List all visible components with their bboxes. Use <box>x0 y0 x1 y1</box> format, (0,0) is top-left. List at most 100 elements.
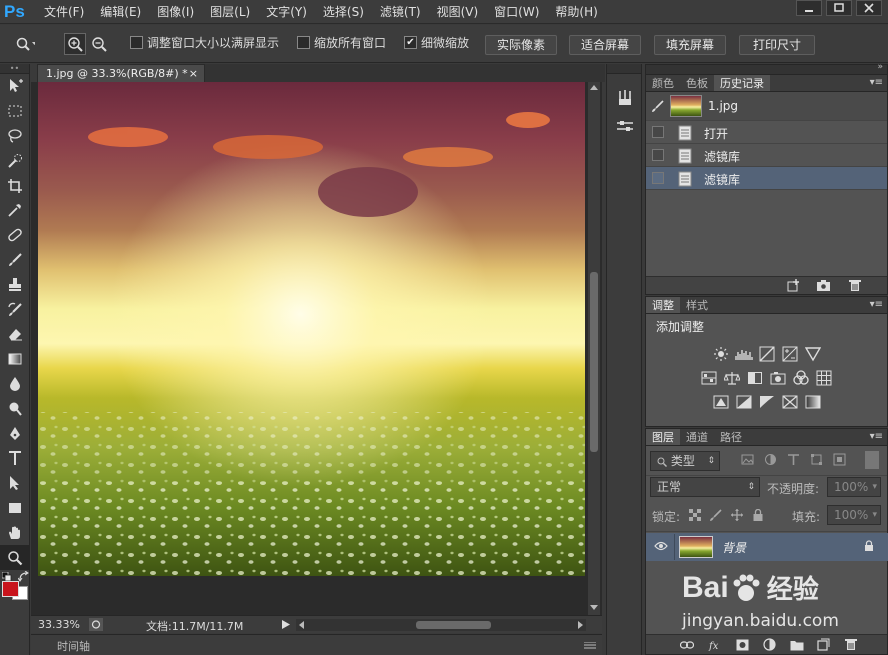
clone-stamp-tool[interactable] <box>0 272 30 297</box>
resize-windows-option[interactable]: 调整窗口大小以满屏显示 <box>130 34 279 51</box>
resize-windows-checkbox[interactable] <box>130 36 143 49</box>
menu-image[interactable]: 图像(I) <box>149 0 202 24</box>
menu-type[interactable]: 文字(Y) <box>258 0 315 24</box>
print-size-button[interactable]: 打印尺寸 <box>739 35 815 55</box>
history-item-selected[interactable]: 滤镜库 <box>646 167 887 190</box>
new-group-folder-icon[interactable] <box>790 639 804 651</box>
menu-window[interactable]: 窗口(W) <box>486 0 547 24</box>
minimize-button[interactable] <box>796 0 822 16</box>
healing-brush-tool[interactable] <box>0 223 30 248</box>
zoom-out-button[interactable] <box>88 33 110 55</box>
lock-pixels-icon[interactable] <box>710 509 722 521</box>
fill-input[interactable]: 100% ▾ <box>827 505 881 525</box>
curves-icon[interactable] <box>758 345 776 363</box>
photo-filter-icon[interactable] <box>769 369 787 387</box>
tab-styles[interactable]: 样式 <box>680 297 714 313</box>
history-item-checkbox[interactable] <box>652 172 664 184</box>
tab-adjustments[interactable]: 调整 <box>646 297 680 313</box>
selective-color-icon[interactable] <box>781 393 799 411</box>
color-lookup-icon[interactable] <box>815 369 833 387</box>
filter-shape-icon[interactable] <box>810 453 823 466</box>
history-snapshot[interactable]: 1.jpg <box>646 92 887 121</box>
lock-position-icon[interactable] <box>731 509 743 521</box>
maximize-button[interactable] <box>826 0 852 16</box>
scroll-down-icon[interactable] <box>590 605 598 611</box>
exposure-icon[interactable] <box>781 345 799 363</box>
scrubby-zoom-option[interactable]: ✔ 细微缩放 <box>404 34 469 51</box>
history-brush-panel-button[interactable] <box>613 86 637 110</box>
eraser-tool[interactable] <box>0 322 30 347</box>
tool-presets-panel-button[interactable] <box>613 114 637 138</box>
vibrance-icon[interactable] <box>804 345 822 363</box>
filter-smart-object-icon[interactable] <box>833 453 846 466</box>
status-menu-arrow-icon[interactable] <box>282 620 290 629</box>
new-document-from-state-icon[interactable] <box>787 279 801 292</box>
menu-file[interactable]: 文件(F) <box>36 0 92 24</box>
pen-tool[interactable] <box>0 421 30 446</box>
filter-type-icon[interactable] <box>787 453 800 466</box>
channel-mixer-icon[interactable] <box>792 369 810 387</box>
opacity-input[interactable]: 100% ▾ <box>827 477 881 497</box>
document-tab[interactable]: 1.jpg @ 33.3%(RGB/8#) * × <box>37 64 205 82</box>
invert-icon[interactable] <box>712 393 730 411</box>
history-item[interactable]: 滤镜库 <box>646 144 887 167</box>
gradient-tool[interactable] <box>0 347 30 372</box>
tab-layers[interactable]: 图层 <box>646 429 680 445</box>
filter-pixel-icon[interactable] <box>741 453 754 466</box>
panel-collapse-bar[interactable]: » <box>646 62 887 75</box>
add-mask-icon[interactable] <box>736 639 749 651</box>
zoom-tool-preset[interactable] <box>14 33 36 55</box>
menu-select[interactable]: 选择(S) <box>315 0 372 24</box>
horizontal-scrollbar[interactable] <box>296 619 586 631</box>
color-balance-icon[interactable] <box>723 369 741 387</box>
marquee-tool[interactable] <box>0 99 30 124</box>
tools-collapse-handle[interactable]: •• <box>0 64 29 74</box>
menu-filter[interactable]: 滤镜(T) <box>372 0 429 24</box>
layer-style-fx-icon[interactable]: fx <box>708 638 722 652</box>
actual-pixels-button[interactable]: 实际像素 <box>485 35 557 55</box>
history-item[interactable]: 打开 <box>646 121 887 144</box>
move-tool[interactable] <box>0 74 30 99</box>
dock-collapse-handle[interactable] <box>607 64 641 74</box>
canvas-area[interactable] <box>31 82 602 615</box>
new-layer-icon[interactable] <box>817 638 830 651</box>
foreground-color-swatch[interactable] <box>2 580 19 597</box>
fit-screen-button[interactable]: 适合屏幕 <box>569 35 641 55</box>
status-share-icon[interactable] <box>89 618 103 631</box>
menu-help[interactable]: 帮助(H) <box>547 0 605 24</box>
adjustments-panel-menu-icon[interactable]: ▾≡ <box>870 297 883 313</box>
swap-colors-icon[interactable] <box>18 570 29 582</box>
dodge-tool[interactable] <box>0 396 30 421</box>
scroll-left-icon[interactable] <box>298 621 304 629</box>
timeline-label[interactable]: 时间轴 <box>57 638 90 654</box>
delete-layer-icon[interactable] <box>845 638 857 651</box>
tab-history[interactable]: 历史记录 <box>714 75 770 91</box>
lasso-tool[interactable] <box>0 124 30 149</box>
menu-edit[interactable]: 编辑(E) <box>92 0 149 24</box>
close-window-button[interactable] <box>856 0 882 16</box>
brush-tool[interactable] <box>0 248 30 273</box>
close-tab-button[interactable]: × <box>189 65 198 82</box>
filter-adjustment-icon[interactable] <box>764 453 777 466</box>
link-layers-icon[interactable] <box>680 639 694 651</box>
shape-tool[interactable] <box>0 496 30 521</box>
document-image[interactable] <box>38 82 585 576</box>
tab-channels[interactable]: 通道 <box>680 429 714 445</box>
lock-transparent-icon[interactable] <box>689 509 701 521</box>
levels-icon[interactable] <box>734 345 753 363</box>
history-brush-tool[interactable] <box>0 297 30 322</box>
tab-paths[interactable]: 路径 <box>714 429 748 445</box>
history-item-checkbox[interactable] <box>652 126 664 138</box>
blend-mode-select[interactable]: 正常 ⇕ <box>650 477 760 497</box>
snapshot-brush-icon[interactable] <box>651 100 665 113</box>
zoom-tool[interactable] <box>0 545 30 570</box>
hue-saturation-icon[interactable] <box>700 369 718 387</box>
history-panel-menu-icon[interactable]: ▾≡ <box>870 75 883 91</box>
trash-icon[interactable] <box>849 279 861 292</box>
gradient-map-icon[interactable] <box>804 393 822 411</box>
layers-panel-menu-icon[interactable]: ▾≡ <box>870 429 883 445</box>
tab-color[interactable]: 颜色 <box>646 75 680 91</box>
scroll-right-icon[interactable] <box>578 621 584 629</box>
lock-all-icon[interactable] <box>752 509 764 521</box>
vertical-scrollbar[interactable] <box>588 82 600 615</box>
